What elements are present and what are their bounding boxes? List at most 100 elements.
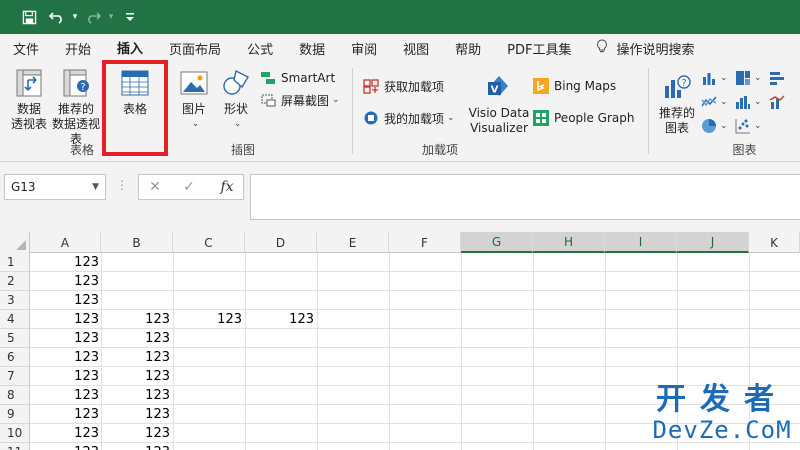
cell-b7[interactable]: 123: [101, 367, 173, 386]
bar-chart-button[interactable]: [769, 68, 785, 88]
scatter-chart-button[interactable]: ⌄: [735, 116, 762, 136]
tab-home[interactable]: 开始: [52, 34, 104, 62]
column-header-h[interactable]: H: [533, 232, 605, 253]
insert-function-icon[interactable]: fx: [214, 174, 240, 200]
cell-a7[interactable]: 123: [30, 367, 102, 386]
recommended-pivot-button[interactable]: ? 推荐的 数据透视表: [50, 68, 102, 147]
cell-b5[interactable]: 123: [101, 329, 173, 348]
cell-b6[interactable]: 123: [101, 348, 173, 367]
bar-chart-icon: [770, 72, 784, 85]
ribbon-tabs: 文件 开始 插入 页面布局 公式 数据 审阅 视图 帮助 PDF工具集 操作说明…: [0, 34, 800, 62]
row-header-9[interactable]: 9: [0, 405, 30, 424]
cell-c4[interactable]: 123: [173, 310, 245, 329]
hierarchy-chart-button[interactable]: ⌄: [735, 68, 762, 88]
bing-maps-label: Bing Maps: [554, 79, 617, 93]
tab-pdf-tools[interactable]: PDF工具集: [494, 34, 584, 62]
row-header-3[interactable]: 3: [0, 291, 30, 310]
pivot-table-button[interactable]: 数据 透视表: [8, 68, 50, 132]
my-addins-button[interactable]: 我的加载项 ⌄: [363, 108, 455, 128]
row-header-4[interactable]: 4: [0, 310, 30, 329]
column-chart-button[interactable]: ⌄: [701, 68, 728, 88]
tab-view[interactable]: 视图: [390, 34, 442, 62]
cell-a9[interactable]: 123: [30, 405, 102, 424]
cell-a1[interactable]: 123: [30, 253, 102, 272]
cell-a2[interactable]: 123: [30, 272, 102, 291]
name-box[interactable]: G13 ▼: [4, 174, 106, 200]
screenshot-button[interactable]: 屏幕截图 ⌄: [260, 90, 340, 110]
undo-icon[interactable]: [44, 0, 70, 34]
cell-a4[interactable]: 123: [30, 310, 102, 329]
column-header-b[interactable]: B: [101, 232, 173, 253]
cell-a5[interactable]: 123: [30, 329, 102, 348]
column-header-j[interactable]: J: [677, 232, 749, 253]
row-header-11[interactable]: 11: [0, 443, 30, 450]
cell-b8[interactable]: 123: [101, 386, 173, 405]
column-header-d[interactable]: D: [245, 232, 317, 253]
select-all-corner[interactable]: [0, 232, 30, 253]
tab-formulas[interactable]: 公式: [234, 34, 286, 62]
cell-a11[interactable]: 123: [30, 443, 102, 450]
scatter-chart-chevron-down-icon: ⌄: [754, 121, 762, 131]
smartart-icon: [260, 70, 276, 86]
column-header-c[interactable]: C: [173, 232, 245, 253]
redo-icon[interactable]: [80, 0, 106, 34]
row-header-7[interactable]: 7: [0, 367, 30, 386]
cell-b4[interactable]: 123: [101, 310, 173, 329]
statistic-chart-button[interactable]: ⌄: [735, 92, 762, 112]
shapes-button[interactable]: 形状 ⌄: [216, 68, 256, 132]
hierarchy-chart-icon: [736, 71, 750, 85]
customize-icon[interactable]: [120, 0, 140, 34]
column-header-e[interactable]: E: [317, 232, 389, 253]
pictures-button[interactable]: 图片 ⌄: [176, 68, 212, 132]
formula-bar-grip-icon[interactable]: ⋮: [116, 178, 128, 192]
save-icon[interactable]: [14, 0, 44, 34]
cell-d4[interactable]: 123: [245, 310, 317, 329]
combo-chart-button[interactable]: [769, 92, 785, 112]
people-graph-button[interactable]: People Graph: [533, 108, 635, 128]
row-header-6[interactable]: 6: [0, 348, 30, 367]
column-header-f[interactable]: F: [389, 232, 461, 253]
smartart-button[interactable]: SmartArt: [260, 68, 335, 88]
enter-check-icon[interactable]: ✓: [176, 174, 202, 200]
row-header-5[interactable]: 5: [0, 329, 30, 348]
tab-page-layout[interactable]: 页面布局: [156, 34, 234, 62]
recommended-charts-button[interactable]: ? 推荐的 图表: [657, 72, 697, 136]
row-header-8[interactable]: 8: [0, 386, 30, 405]
row-header-1[interactable]: 1: [0, 253, 30, 272]
pie-chart-icon: [702, 119, 716, 133]
tab-file[interactable]: 文件: [0, 34, 52, 62]
redo-dropdown-chevron-down-icon[interactable]: ▾: [106, 0, 116, 34]
get-addins-button[interactable]: 获取加载项: [363, 76, 444, 96]
undo-dropdown-chevron-down-icon[interactable]: ▾: [70, 0, 80, 34]
tab-data[interactable]: 数据: [286, 34, 338, 62]
row-header-10[interactable]: 10: [0, 424, 30, 443]
column-header-i[interactable]: I: [605, 232, 677, 253]
recommended-charts-icon: ?: [662, 72, 692, 102]
cell-b11[interactable]: 123: [101, 443, 173, 450]
gridline: [461, 253, 462, 450]
cell-b10[interactable]: 123: [101, 424, 173, 443]
pie-chart-button[interactable]: ⌄: [701, 116, 728, 136]
cell-b9[interactable]: 123: [101, 405, 173, 424]
line-chart-button[interactable]: ⌄: [701, 92, 728, 112]
cell-a8[interactable]: 123: [30, 386, 102, 405]
cell-a3[interactable]: 123: [30, 291, 102, 310]
visio-visualizer-button[interactable]: V Visio Data Visualizer: [467, 72, 531, 136]
formula-input[interactable]: [250, 174, 800, 220]
tell-me-search[interactable]: 操作说明搜索: [592, 34, 707, 62]
row-header-2[interactable]: 2: [0, 272, 30, 291]
cancel-icon[interactable]: ✕: [142, 174, 168, 200]
visio-icon: V: [484, 72, 514, 102]
tab-help[interactable]: 帮助: [442, 34, 494, 62]
cell-a6[interactable]: 123: [30, 348, 102, 367]
tab-insert[interactable]: 插入: [104, 34, 157, 62]
gridline: [317, 253, 318, 450]
people-graph-icon: [533, 110, 549, 126]
cell-a10[interactable]: 123: [30, 424, 102, 443]
bing-maps-button[interactable]: Bing Maps: [533, 76, 616, 96]
name-box-chevron-down-icon[interactable]: ▼: [92, 182, 99, 192]
column-header-k[interactable]: K: [749, 232, 800, 253]
column-header-a[interactable]: A: [30, 232, 101, 253]
tab-review[interactable]: 审阅: [338, 34, 390, 62]
column-header-g[interactable]: G: [461, 232, 533, 253]
